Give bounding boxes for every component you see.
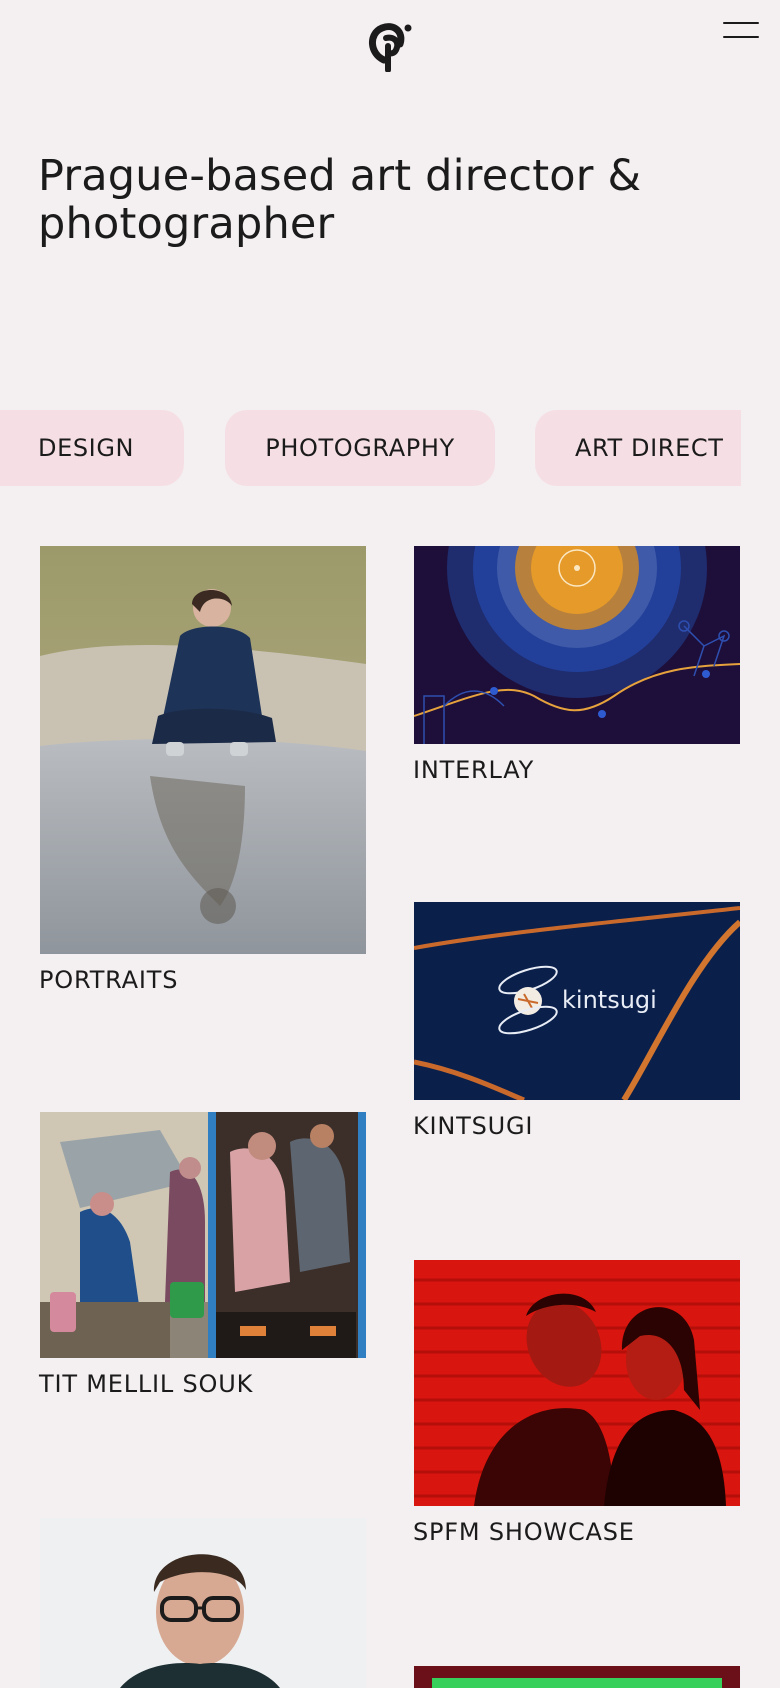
hamburger-menu-icon[interactable] bbox=[723, 18, 759, 42]
kintsugi-image: kintsugi bbox=[414, 902, 740, 1100]
interlay-image bbox=[414, 546, 740, 744]
page-title: Prague-based art director & photographer bbox=[38, 151, 642, 249]
project-title-kintsugi: KINTSUGI bbox=[413, 1112, 534, 1140]
project-title-spfm-showcase: SPFM SHOWCASE bbox=[413, 1518, 635, 1546]
portraits-image bbox=[40, 546, 366, 954]
menu-line bbox=[723, 22, 759, 24]
portrait-man-image bbox=[40, 1518, 366, 1688]
project-card-portrait-man[interactable] bbox=[40, 1518, 366, 1688]
menu-line bbox=[723, 36, 759, 38]
project-card-spfm-showcase[interactable]: SPFM SHOWCASE bbox=[413, 1260, 740, 1550]
spfm-showcase-image bbox=[414, 1260, 740, 1506]
green-preview-image bbox=[414, 1666, 740, 1688]
tab-photography[interactable]: PHOTOGRAPHY bbox=[225, 410, 495, 486]
project-card-portraits[interactable]: PORTRAITS bbox=[39, 546, 366, 1006]
tab-design[interactable]: DESIGN bbox=[0, 410, 184, 486]
project-title-interlay: INTERLAY bbox=[413, 756, 535, 784]
project-card-green-preview[interactable] bbox=[414, 1666, 740, 1688]
project-title-tit-mellil-souk: TIT MELLIL SOUK bbox=[39, 1370, 254, 1398]
project-card-kintsugi[interactable]: kintsugi KINTSUGI bbox=[413, 902, 740, 1142]
tab-art-direction[interactable]: ART DIRECT bbox=[535, 410, 741, 486]
project-title-portraits: PORTRAITS bbox=[39, 966, 179, 994]
category-tabs: DESIGN PHOTOGRAPHY ART DIRECT bbox=[0, 410, 741, 486]
project-card-interlay[interactable]: INTERLAY bbox=[413, 546, 740, 790]
tit-mellil-souk-image bbox=[40, 1112, 366, 1358]
cp-monogram-logo-icon bbox=[369, 23, 412, 72]
project-card-tit-mellil-souk[interactable]: TIT MELLIL SOUK bbox=[39, 1112, 366, 1402]
kintsugi-logo-text: kintsugi bbox=[562, 986, 657, 1014]
logo[interactable] bbox=[364, 20, 416, 72]
